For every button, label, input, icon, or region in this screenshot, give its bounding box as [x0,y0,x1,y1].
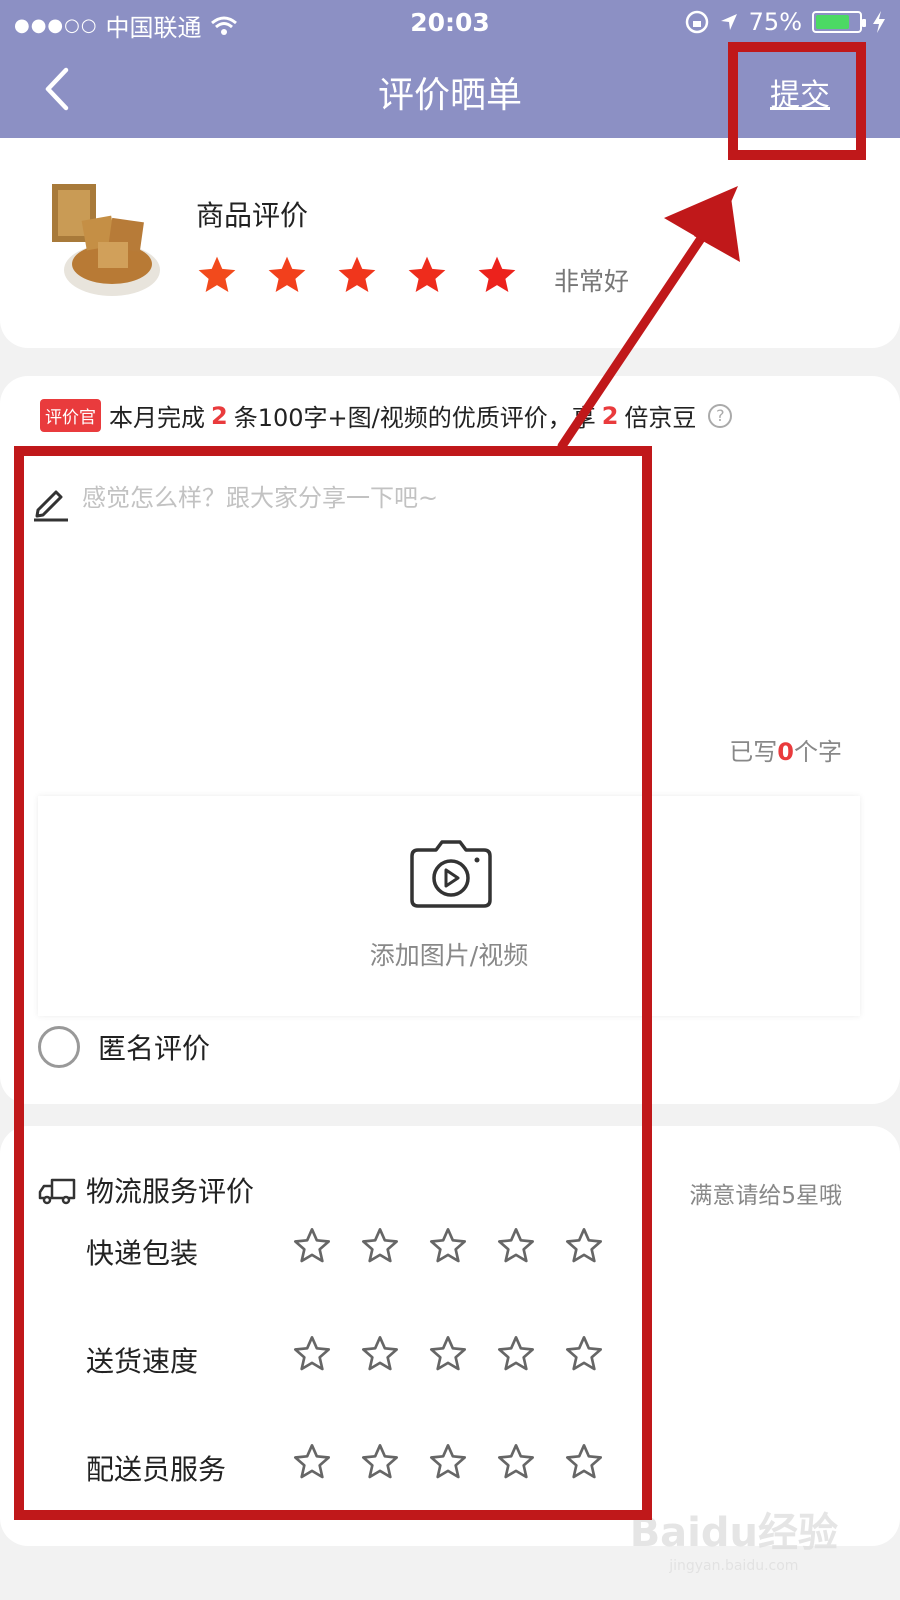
promo-text-prefix: 本月完成 [109,404,205,432]
product-card: 商品评价 非常好 [0,138,900,348]
help-icon[interactable]: ? [708,403,733,428]
char-count-suffix: 个字 [794,738,842,766]
promo-text-suffix: 倍京豆 [624,404,697,432]
status-bar: ●●●○○ 中国联通 20:03 75% [0,0,900,44]
char-count-prefix: 已写 [729,738,778,766]
status-right: 75% [685,8,886,36]
promo-multiplier: 2 [601,401,619,430]
battery-percent: 75% [748,8,802,36]
filled-star-icon[interactable] [336,254,378,296]
rating-description: 非常好 [554,267,630,296]
watermark-brand: Baidu经验 [629,1510,838,1556]
product-star-rating[interactable] [196,254,518,296]
filled-star-icon[interactable] [476,254,518,296]
product-thumbnail [52,184,160,296]
baidu-watermark: Baidu经验 jingyan.baidu.com [630,1500,838,1574]
promo-banner: 评价官 本月完成 2 条100字+图/视频的优质评价，享 2 倍京豆 ? [40,398,733,433]
filled-star-icon[interactable] [406,254,448,296]
char-count-value: 0 [777,738,794,766]
annotation-box-review-area [14,446,652,1520]
product-rating-label: 商品评价 [196,199,309,232]
promo-tag: 评价官 [40,399,101,432]
char-count: 已写0个字 [729,732,842,767]
location-icon [720,14,737,30]
rotation-lock-icon [685,10,708,34]
filled-star-icon[interactable] [266,254,308,296]
logistics-hint: 满意请给5星哦 [689,1183,842,1209]
battery-icon [812,11,866,33]
annotation-box-submit [728,42,866,160]
promo-count: 2 [211,401,228,430]
promo-text-middle: 条100字+图/视频的优质评价，享 [233,404,596,432]
charging-icon [873,11,885,33]
watermark-url: jingyan.baidu.com [669,1558,799,1574]
filled-star-icon[interactable] [196,254,238,296]
